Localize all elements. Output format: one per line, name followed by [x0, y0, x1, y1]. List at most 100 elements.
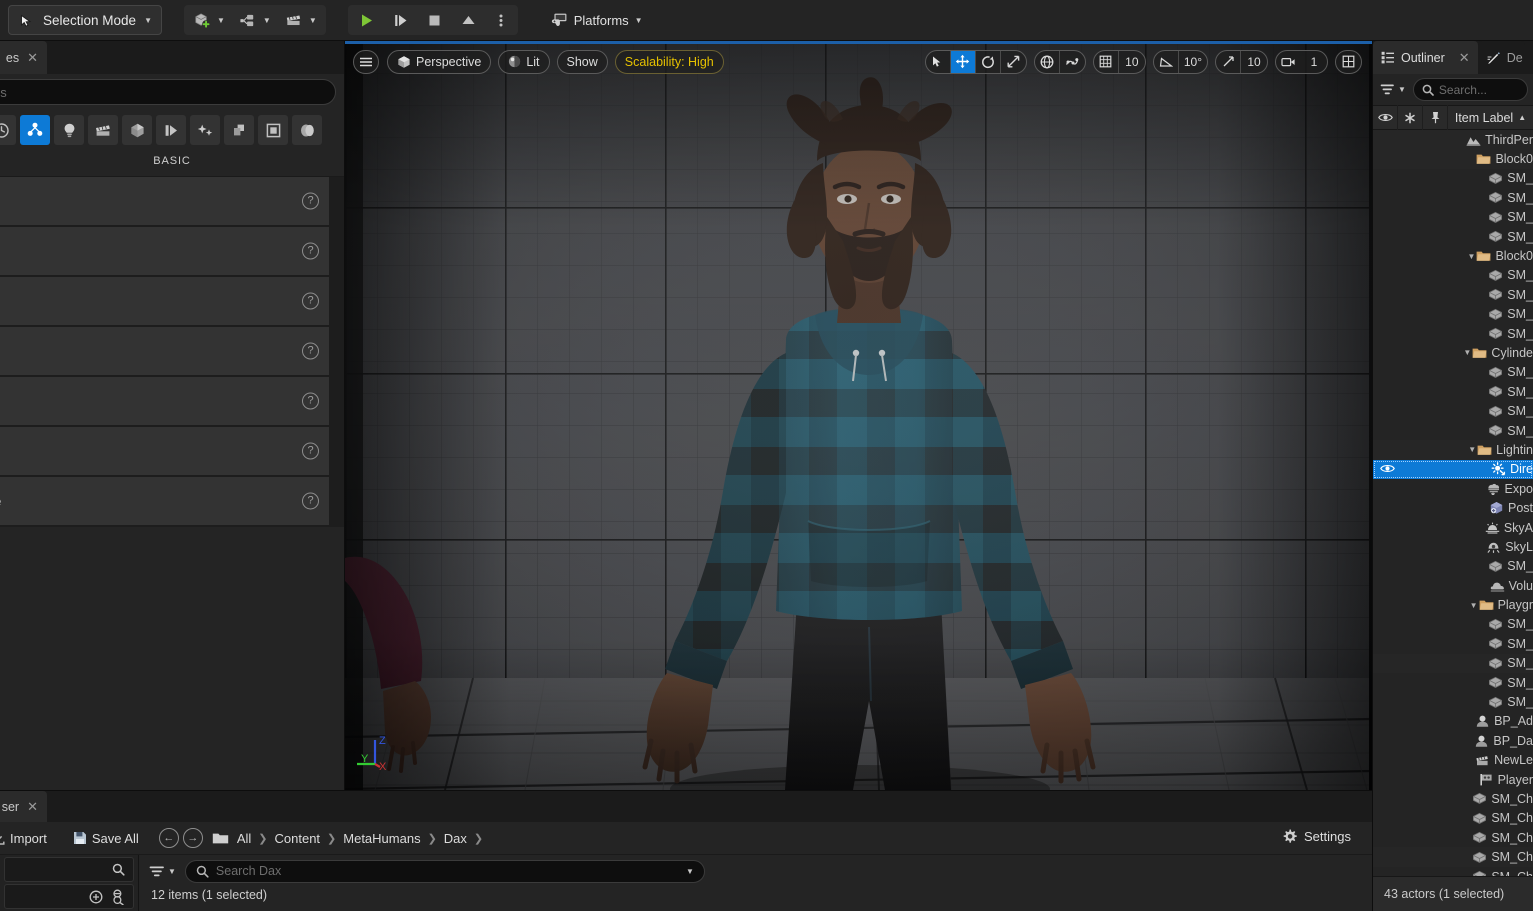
save-all-button[interactable]: Save All: [65, 826, 147, 851]
help-icon[interactable]: ?: [302, 243, 319, 260]
column-pin[interactable]: [1423, 105, 1448, 130]
outliner-row[interactable]: ThirdPer: [1373, 130, 1533, 149]
help-icon[interactable]: ?: [302, 443, 319, 460]
outliner-row[interactable]: SM_: [1373, 692, 1533, 711]
stop-button[interactable]: [418, 7, 452, 33]
add-content-button[interactable]: ▼: [186, 7, 232, 33]
close-icon[interactable]: ✕: [27, 799, 38, 815]
scalability-button[interactable]: Scalability: High: [615, 50, 724, 74]
viewport-menu-button[interactable]: [353, 50, 379, 74]
outliner-row[interactable]: Volu: [1373, 576, 1533, 595]
tab-outliner[interactable]: Outliner ✕: [1373, 41, 1478, 74]
cinematics-button[interactable]: ▼: [278, 7, 324, 33]
outliner-row[interactable]: Player: [1373, 770, 1533, 789]
outliner-row[interactable]: ▼Lightin: [1373, 440, 1533, 459]
help-icon[interactable]: ?: [302, 393, 319, 410]
outliner-row[interactable]: SM_Ch: [1373, 847, 1533, 866]
eye-icon[interactable]: [1380, 463, 1395, 474]
outliner-row[interactable]: SM_: [1373, 634, 1533, 653]
tab-place-actors[interactable]: es ✕: [0, 41, 47, 74]
chevron-down-icon[interactable]: ▼: [1468, 445, 1476, 454]
category-cinematic[interactable]: [88, 115, 118, 145]
outliner-row[interactable]: ▼Cylinde: [1373, 343, 1533, 362]
outliner-row[interactable]: SM_: [1373, 305, 1533, 324]
list-item[interactable]: er Sphere ?: [0, 477, 329, 527]
outliner-row[interactable]: SM_: [1373, 188, 1533, 207]
search-collapse-icon[interactable]: [111, 889, 125, 905]
platforms-button[interactable]: Platforms ▼: [544, 6, 650, 34]
list-item[interactable]: cter ?: [0, 227, 329, 277]
column-visibility[interactable]: [1373, 105, 1398, 130]
eject-button[interactable]: [452, 7, 486, 33]
list-item[interactable]: Light ?: [0, 327, 329, 377]
breadcrumb-item[interactable]: Dax: [440, 829, 471, 848]
list-item[interactable]: r Start ?: [0, 377, 329, 427]
outliner-row[interactable]: SkyL: [1373, 537, 1533, 556]
outliner-row[interactable]: SM_: [1373, 673, 1533, 692]
outliner-row[interactable]: Post: [1373, 498, 1533, 517]
view-mode-lit-button[interactable]: Lit: [498, 50, 549, 74]
chevron-down-icon[interactable]: ▼: [1463, 348, 1471, 357]
breadcrumb-item[interactable]: All: [233, 829, 255, 848]
category-all-classes[interactable]: [292, 115, 322, 145]
outliner-row[interactable]: SM_: [1373, 324, 1533, 343]
outliner-row[interactable]: SM_: [1373, 421, 1533, 440]
outliner-row[interactable]: BP_Ad: [1373, 712, 1533, 731]
breadcrumb-item[interactable]: MetaHumans: [339, 829, 424, 848]
outliner-row[interactable]: SM_: [1373, 285, 1533, 304]
outliner-row[interactable]: ▼Playgr: [1373, 595, 1533, 614]
outliner-row[interactable]: SM_Ch: [1373, 789, 1533, 808]
assets-filter-button[interactable]: ▼: [147, 863, 178, 880]
chevron-down-icon[interactable]: ▼: [1468, 252, 1476, 261]
category-geometry[interactable]: [258, 115, 288, 145]
breadcrumb-item[interactable]: Content: [271, 829, 325, 848]
place-actors-search-input[interactable]: es: [0, 79, 336, 105]
outliner-row[interactable]: SM_: [1373, 557, 1533, 576]
outliner-search-input[interactable]: Search...: [1413, 78, 1528, 101]
assets-search-input[interactable]: Search Dax ▼: [185, 860, 705, 883]
column-item-label[interactable]: Item Label ▲: [1448, 111, 1533, 125]
outliner-row[interactable]: SM_: [1373, 169, 1533, 188]
outliner-row[interactable]: ▼Block0: [1373, 246, 1533, 265]
help-icon[interactable]: ?: [302, 343, 319, 360]
category-basic[interactable]: [20, 115, 50, 145]
outliner-row[interactable]: SM_Ch: [1373, 828, 1533, 847]
category-effects[interactable]: [190, 115, 220, 145]
tab-details[interactable]: De: [1478, 41, 1525, 74]
outliner-row[interactable]: Expo: [1373, 479, 1533, 498]
close-icon[interactable]: ✕: [27, 50, 38, 66]
close-icon[interactable]: ✕: [1459, 50, 1470, 66]
skip-button[interactable]: [384, 7, 418, 33]
outliner-row[interactable]: SkyA: [1373, 518, 1533, 537]
category-volumes[interactable]: [224, 115, 254, 145]
show-menu-button[interactable]: Show: [557, 50, 608, 74]
sources-search-input[interactable]: [4, 857, 134, 882]
list-item[interactable]: er Box ?: [0, 427, 329, 477]
category-recently-placed[interactable]: [0, 115, 16, 145]
content-browser-settings-button[interactable]: Settings: [1276, 826, 1358, 847]
outliner-row[interactable]: NewLe: [1373, 751, 1533, 770]
outliner-row[interactable]: SM_: [1373, 382, 1533, 401]
play-more-options-button[interactable]: [486, 7, 516, 33]
import-button[interactable]: Import: [0, 826, 55, 851]
outliner-tree[interactable]: ThirdPerBlock0SM_SM_SM_SM_▼Block0SM_SM_S…: [1373, 130, 1533, 877]
category-visual-effects[interactable]: [156, 115, 186, 145]
column-favorite[interactable]: [1398, 105, 1423, 130]
outliner-row[interactable]: SM_Ch: [1373, 809, 1533, 828]
outliner-row[interactable]: SM_: [1373, 227, 1533, 246]
chevron-down-icon[interactable]: ▼: [686, 867, 694, 876]
help-icon[interactable]: ?: [302, 193, 319, 210]
blueprints-button[interactable]: ▼: [232, 7, 278, 33]
chevron-down-icon[interactable]: ▼: [1470, 601, 1478, 610]
help-icon[interactable]: ?: [302, 293, 319, 310]
outliner-row[interactable]: SM_: [1373, 654, 1533, 673]
outliner-row[interactable]: SM_: [1373, 266, 1533, 285]
category-lights[interactable]: [54, 115, 84, 145]
perspective-button[interactable]: Perspective: [387, 50, 491, 74]
outliner-row[interactable]: SM_: [1373, 363, 1533, 382]
outliner-filter-button[interactable]: ▼: [1378, 81, 1408, 98]
play-button[interactable]: [350, 7, 384, 33]
outliner-row[interactable]: SM_: [1373, 401, 1533, 420]
category-shapes[interactable]: [122, 115, 152, 145]
level-viewport[interactable]: Perspective Lit Show Scalability: High: [345, 41, 1372, 790]
